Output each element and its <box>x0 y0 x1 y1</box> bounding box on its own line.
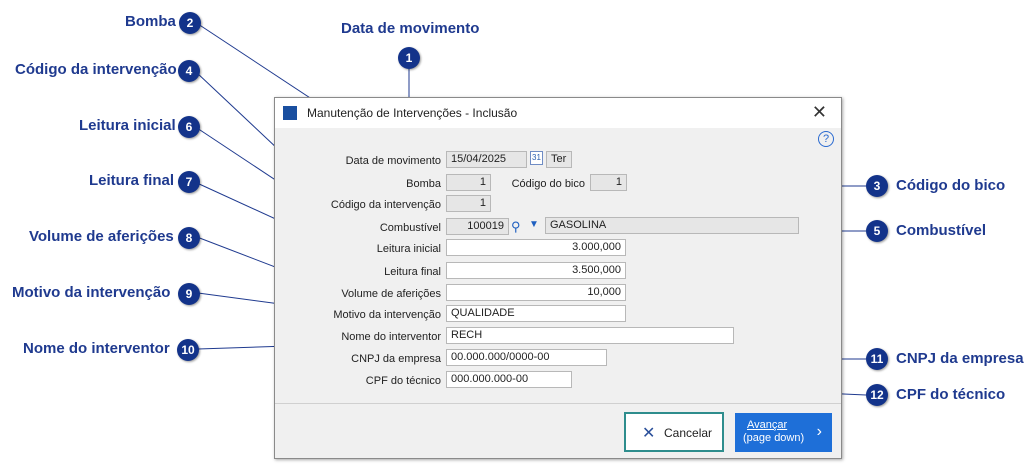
callout-label-5: Combustível <box>896 222 987 239</box>
callout-badge-1: 1 <box>398 47 420 69</box>
callout-label-9: Motivo da intervenção <box>12 284 171 301</box>
leitura-final-label: Leitura final <box>384 266 441 278</box>
leitura-inicial-label: Leitura inicial <box>376 243 441 255</box>
callout-label-11: CNPJ da empresa <box>896 350 1024 367</box>
combustivel-name-field: GASOLINA <box>545 217 799 234</box>
callout-badge-2: 2 <box>179 12 201 34</box>
dialog-window: Manutenção de Intervenções - Inclusão ✕ … <box>274 97 842 459</box>
app-icon <box>283 106 297 120</box>
callout-badge-5: 5 <box>866 220 888 242</box>
next-button-label: Avançar <box>747 419 788 431</box>
cancel-button-label: Cancelar <box>664 426 713 440</box>
callout-badge-6: 6 <box>178 116 200 138</box>
cancel-button[interactable]: ✕ Cancelar <box>624 412 724 452</box>
calendar-icon[interactable]: 31 <box>530 151 543 165</box>
help-icon[interactable]: ? <box>818 131 834 147</box>
callout-label-7: Leitura final <box>89 172 175 189</box>
motivo-field[interactable]: QUALIDADE <box>446 305 626 322</box>
callout-label-8: Volume de aferições <box>29 228 174 245</box>
data-movimento-label: Data de movimento <box>345 155 441 167</box>
callout-label-3: Código do bico <box>896 177 1006 194</box>
codigo-bico-label: Código do bico <box>511 178 585 190</box>
callout-label-4: Código da intervenção <box>15 61 177 78</box>
dialog-title: Manutenção de Intervenções - Inclusão <box>307 106 518 120</box>
motivo-label: Motivo da intervenção <box>333 309 441 321</box>
close-icon[interactable]: ✕ <box>812 102 827 123</box>
callout-badge-8: 8 <box>178 227 200 249</box>
callout-badge-11: 11 <box>866 348 888 370</box>
bomba-label: Bomba <box>406 178 441 190</box>
callout-badge-12: 12 <box>866 384 888 406</box>
callout-label-1: Data de movimento <box>341 20 480 37</box>
codigo-bico-field[interactable]: 1 <box>590 174 627 191</box>
callout-badge-10: 10 <box>177 339 199 361</box>
bomba-field[interactable]: 1 <box>446 174 491 191</box>
combustivel-label: Combustível <box>379 222 441 234</box>
nome-interventor-label: Nome do interventor <box>341 331 441 343</box>
next-button[interactable]: Avançar (page down) › <box>735 413 832 452</box>
close-icon: ✕ <box>642 425 656 442</box>
data-movimento-field[interactable]: 15/04/2025 <box>446 151 527 168</box>
callout-badge-7: 7 <box>178 171 200 193</box>
leitura-final-field[interactable]: 3.500,000 <box>446 262 626 279</box>
combustivel-code-field[interactable]: 100019 <box>446 218 509 235</box>
volume-afericoes-field[interactable]: 10,000 <box>446 284 626 301</box>
chevron-down-icon[interactable]: ▼ <box>529 219 539 230</box>
chevron-right-icon: › <box>816 423 822 440</box>
callout-badge-4: 4 <box>178 60 200 82</box>
cnpj-field[interactable]: 00.000.000/0000-00 <box>446 349 607 366</box>
callout-label-2: Bomba <box>125 13 176 30</box>
cpf-label: CPF do técnico <box>365 375 441 387</box>
dialog-titlebar[interactable]: Manutenção de Intervenções - Inclusão ✕ <box>275 98 841 128</box>
codigo-intervencao-label: Código da intervenção <box>330 199 441 211</box>
codigo-intervencao-field[interactable]: 1 <box>446 195 491 212</box>
callout-label-12: CPF do técnico <box>896 386 1006 403</box>
callout-label-10: Nome do interventor <box>23 340 170 357</box>
search-icon[interactable]: ⚲ <box>511 219 521 235</box>
next-button-shortcut: (page down) <box>743 432 805 444</box>
nome-interventor-field[interactable]: RECH <box>446 327 734 344</box>
cnpj-label: CNPJ da empresa <box>351 353 441 365</box>
weekday-field: Ter <box>546 151 572 168</box>
cpf-field[interactable]: 000.000.000-00 <box>446 371 572 388</box>
callout-badge-3: 3 <box>866 175 888 197</box>
volume-afericoes-label: Volume de aferições <box>341 288 441 300</box>
leitura-inicial-field[interactable]: 3.000,000 <box>446 239 626 256</box>
callout-badge-9: 9 <box>178 283 200 305</box>
callout-label-6: Leitura inicial <box>79 117 176 134</box>
